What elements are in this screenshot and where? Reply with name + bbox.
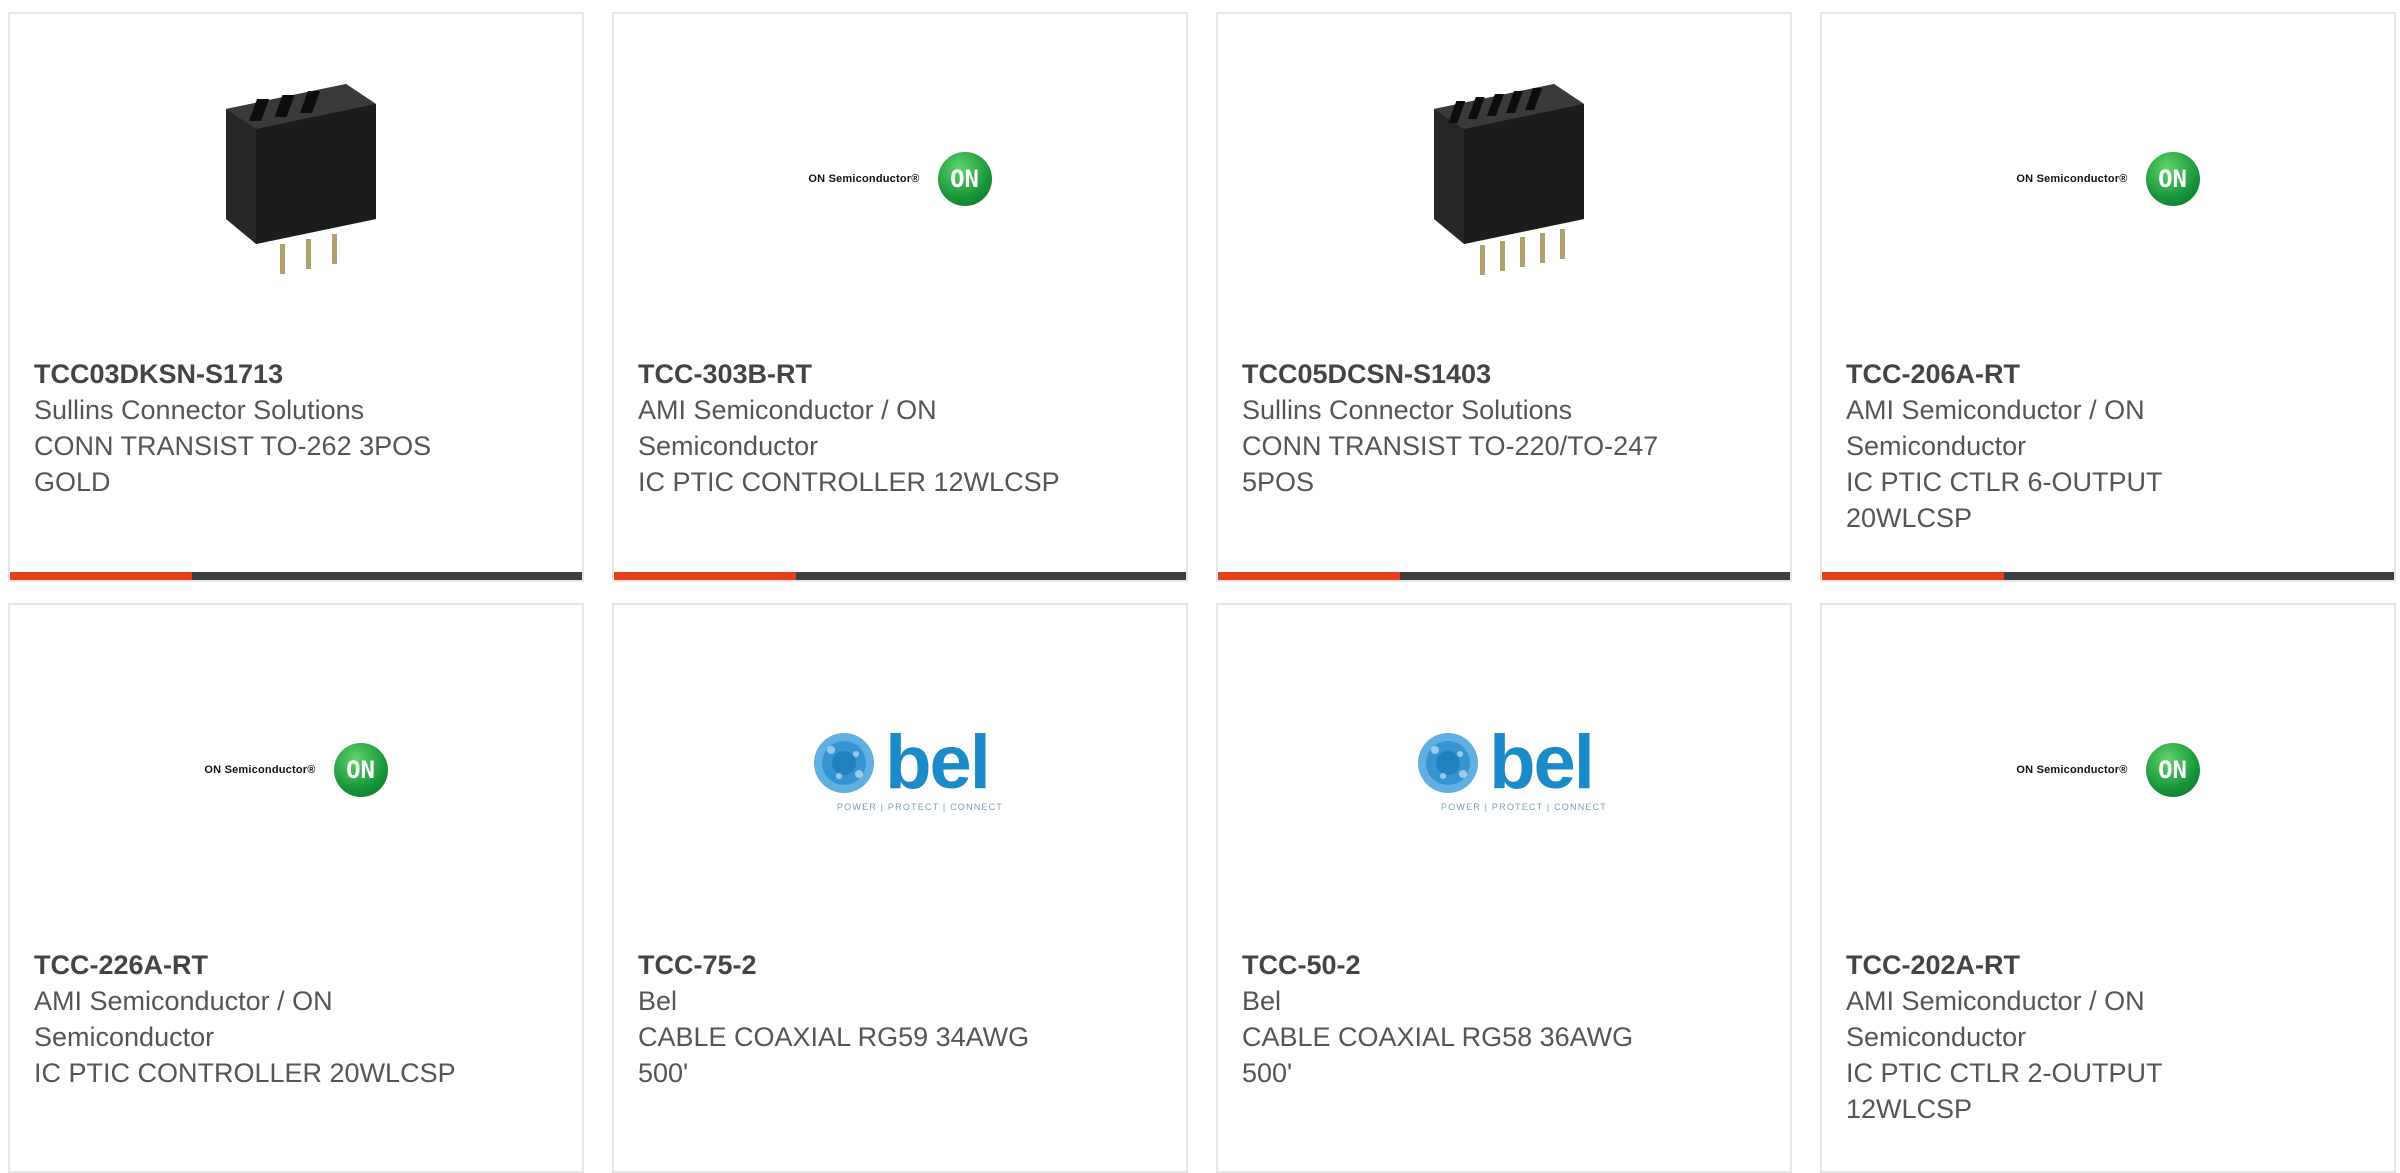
product-image[interactable]: bel POWER | PROTECT | CONNECT xyxy=(1218,605,1790,935)
product-image[interactable]: ON Semiconductor® ON xyxy=(10,605,582,935)
product-image[interactable]: bel POWER | PROTECT | CONNECT xyxy=(614,605,1186,935)
product-card[interactable]: bel POWER | PROTECT | CONNECT TCC-75-2 B… xyxy=(612,603,1188,1173)
product-image[interactable] xyxy=(1218,14,1790,344)
manufacturer: Sullins Connector Solutions xyxy=(1242,395,1573,425)
product-image[interactable]: ON Semiconductor® ON xyxy=(1822,14,2394,344)
connector-image xyxy=(226,84,376,274)
part-number[interactable]: TCC-50-2 xyxy=(1242,947,1682,983)
part-number[interactable]: TCC-202A-RT xyxy=(1846,947,2286,983)
connector-image xyxy=(1434,84,1584,275)
bel-logo: bel POWER | PROTECT | CONNECT xyxy=(797,725,1003,812)
manufacturer: AMI Semiconductor / ON Semiconductor xyxy=(1846,395,2145,461)
product-image[interactable]: ON Semiconductor® ON xyxy=(614,14,1186,344)
product-image[interactable] xyxy=(10,14,582,344)
card-footer-bar xyxy=(614,572,1186,580)
description: CABLE COAXIAL RG59 34AWG 500' xyxy=(638,1022,1030,1088)
product-card[interactable]: bel POWER | PROTECT | CONNECT TCC-50-2 B… xyxy=(1216,603,1792,1173)
description: CABLE COAXIAL RG58 36AWG 500' xyxy=(1242,1022,1634,1088)
manufacturer: Bel xyxy=(1242,986,1282,1016)
part-number[interactable]: TCC-75-2 xyxy=(638,947,1078,983)
product-card[interactable]: TCC05DCSN-S1403 Sullins Connector Soluti… xyxy=(1216,12,1792,582)
part-number[interactable]: TCC03DKSN-S1713 xyxy=(34,356,474,392)
manufacturer: AMI Semiconductor / ON Semiconductor xyxy=(638,395,937,461)
product-card[interactable]: ON Semiconductor® ON TCC-303B-RT AMI Sem… xyxy=(612,12,1188,582)
part-number[interactable]: TCC-226A-RT xyxy=(34,947,474,983)
bel-globe-icon xyxy=(814,733,875,793)
manufacturer: Sullins Connector Solutions xyxy=(34,395,365,425)
product-card[interactable]: ON Semiconductor® ON TCC-226A-RT AMI Sem… xyxy=(8,603,584,1173)
description: CONN TRANSIST TO-220/TO-247 5POS xyxy=(1242,431,1659,497)
card-footer-bar xyxy=(1822,572,2394,580)
manufacturer: AMI Semiconductor / ON Semiconductor xyxy=(34,986,333,1052)
part-number[interactable]: TCC05DCSN-S1403 xyxy=(1242,356,1682,392)
product-card[interactable]: TCC03DKSN-S1713 Sullins Connector Soluti… xyxy=(8,12,584,582)
product-card[interactable]: ON Semiconductor® ON TCC-206A-RT AMI Sem… xyxy=(1820,12,2396,582)
description: IC PTIC CONTROLLER 12WLCSP xyxy=(638,467,1060,497)
on-semiconductor-logo: ON Semiconductor® ON xyxy=(2016,152,2200,206)
description: CONN TRANSIST TO-262 3POS GOLD xyxy=(34,431,432,497)
part-number[interactable]: TCC-303B-RT xyxy=(638,356,1078,392)
card-footer-bar xyxy=(10,572,582,580)
product-image[interactable]: ON Semiconductor® ON xyxy=(1822,605,2394,935)
bel-globe-icon xyxy=(1418,733,1479,793)
description: IC PTIC CTLR 2-OUTPUT 12WLCSP xyxy=(1846,1058,2163,1124)
description: IC PTIC CTLR 6-OUTPUT 20WLCSP xyxy=(1846,467,2163,533)
on-semiconductor-logo: ON Semiconductor® ON xyxy=(204,743,388,797)
product-card[interactable]: ON Semiconductor® ON TCC-202A-RT AMI Sem… xyxy=(1820,603,2396,1173)
part-number[interactable]: TCC-206A-RT xyxy=(1846,356,2286,392)
on-semiconductor-logo: ON Semiconductor® ON xyxy=(808,152,992,206)
bel-logo: bel POWER | PROTECT | CONNECT xyxy=(1401,725,1607,812)
on-semiconductor-logo: ON Semiconductor® ON xyxy=(2016,743,2200,797)
manufacturer: AMI Semiconductor / ON Semiconductor xyxy=(1846,986,2145,1052)
description: IC PTIC CONTROLLER 20WLCSP xyxy=(34,1058,456,1088)
card-footer-bar xyxy=(1218,572,1790,580)
manufacturer: Bel xyxy=(638,986,678,1016)
